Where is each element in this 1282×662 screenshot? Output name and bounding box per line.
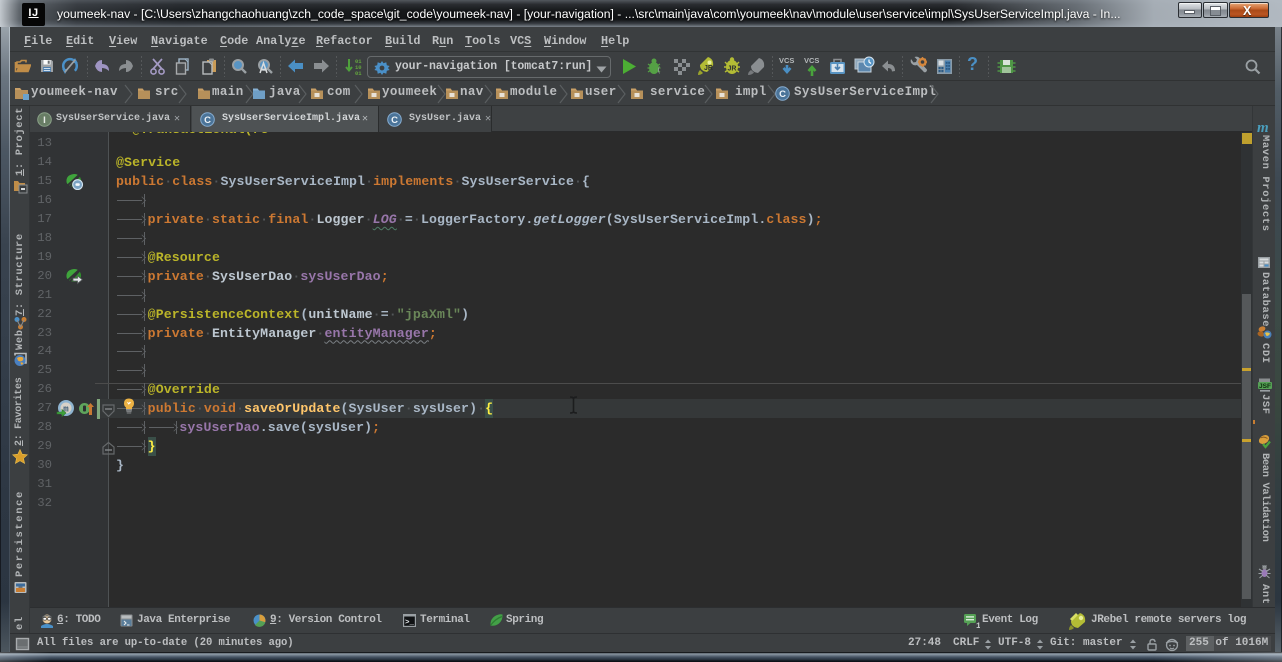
svg-text:JR: JR (728, 66, 737, 73)
svg-text:01: 01 (355, 70, 362, 77)
svg-text:C: C (779, 89, 786, 100)
svg-text:VCS: VCS (804, 56, 819, 65)
svg-text:JR: JR (704, 65, 713, 72)
svg-text:I: I (43, 115, 46, 126)
svg-text:1: 1 (976, 622, 980, 629)
svg-text:m: m (1257, 120, 1269, 135)
svg-text:C: C (204, 115, 211, 126)
svg-text:JSF: JSF (1259, 383, 1271, 390)
svg-text:VCS: VCS (779, 56, 794, 65)
svg-text:>_: >_ (405, 619, 415, 627)
svg-text:C: C (391, 115, 398, 126)
